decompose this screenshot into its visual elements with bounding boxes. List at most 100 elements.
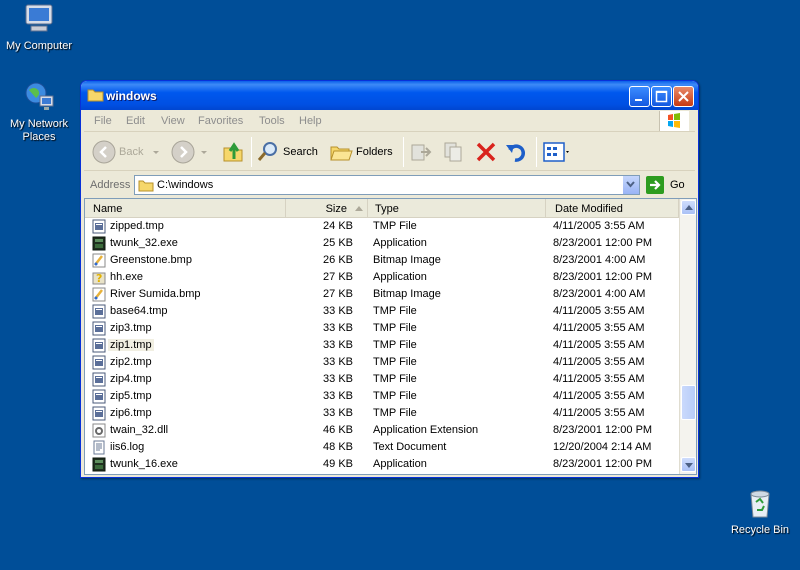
- file-name[interactable]: zip4.tmp: [108, 373, 154, 385]
- file-name[interactable]: zip6.tmp: [108, 407, 154, 419]
- scroll-thumb[interactable]: [681, 385, 696, 420]
- back-arrow-icon: [92, 140, 116, 164]
- help-exe-icon: ?: [92, 270, 106, 285]
- desktop-icon-my-computer[interactable]: My Computer: [0, 2, 79, 53]
- toolbar: Back Search Folders: [84, 133, 695, 171]
- file-row[interactable]: Greenstone.bmp 26 KB Bitmap Image 8/23/2001…: [85, 252, 679, 269]
- file-name[interactable]: zipped.tmp: [108, 220, 166, 232]
- file-row[interactable]: twunk_16.exe 49 KB Application 8/23/2001 12…: [85, 456, 679, 473]
- file-name[interactable]: zip2.tmp: [108, 356, 154, 368]
- file-name[interactable]: hh.exe: [108, 271, 145, 283]
- up-folder-button[interactable]: [222, 138, 246, 166]
- file-date-modified: 8/23/2001 4:00 AM: [553, 288, 646, 300]
- file-row[interactable]: zip6.tmp 33 KB TMP File 4/11/2005 3:55 AM: [85, 405, 679, 422]
- file-row[interactable]: ? hh.exe 27 KB Application 8/23/2001 12:00 P…: [85, 269, 679, 286]
- column-header-type[interactable]: Type: [368, 199, 546, 218]
- back-button[interactable]: Back: [92, 138, 161, 166]
- file-row[interactable]: River Sumida.bmp 27 KB Bitmap Image 8/23/20…: [85, 286, 679, 303]
- tmp-file-icon: [92, 372, 106, 387]
- forward-arrow-icon: [171, 140, 195, 164]
- file-date-modified: 8/23/2001 12:00 PM: [553, 458, 653, 470]
- file-name[interactable]: twunk_16.exe: [108, 458, 180, 470]
- forward-button[interactable]: [171, 138, 209, 166]
- file-date-modified: 4/11/2005 3:55 AM: [553, 390, 645, 402]
- address-dropdown-button[interactable]: [622, 176, 639, 194]
- undo-button[interactable]: [504, 138, 528, 166]
- go-button[interactable]: Go: [646, 176, 685, 194]
- file-row[interactable]: zip4.tmp 33 KB TMP File 4/11/2005 3:55 AM: [85, 371, 679, 388]
- folders-label: Folders: [356, 146, 393, 158]
- close-button[interactable]: [673, 86, 694, 107]
- file-size: 33 KB: [323, 305, 353, 317]
- file-name[interactable]: twain_32.dll: [108, 424, 170, 436]
- file-date-modified: 4/11/2005 3:55 AM: [553, 407, 645, 419]
- file-name[interactable]: zip1.tmp: [108, 339, 154, 351]
- column-header-name[interactable]: Name: [85, 199, 286, 218]
- delete-button[interactable]: [474, 138, 498, 166]
- menu-edit[interactable]: Edit: [126, 115, 145, 127]
- file-type: TMP File: [373, 322, 417, 334]
- views-button[interactable]: [542, 138, 570, 166]
- file-row[interactable]: zipped.tmp 24 KB TMP File 4/11/2005 3:55 AM: [85, 218, 679, 235]
- file-row[interactable]: zip5.tmp 33 KB TMP File 4/11/2005 3:55 AM: [85, 388, 679, 405]
- menu-tools[interactable]: Tools: [259, 115, 285, 127]
- address-input[interactable]: C:\windows: [134, 175, 640, 195]
- file-name[interactable]: Greenstone.bmp: [108, 254, 194, 266]
- file-name[interactable]: zip5.tmp: [108, 390, 154, 402]
- up-folder-icon: [223, 142, 243, 162]
- minimize-button[interactable]: [629, 86, 650, 107]
- file-row[interactable]: zip1.tmp 33 KB TMP File 4/11/2005 3:55 AM: [85, 337, 679, 354]
- maximize-button[interactable]: [651, 86, 672, 107]
- move-to-button[interactable]: [409, 138, 433, 166]
- file-name[interactable]: zip3.tmp: [108, 322, 154, 334]
- file-type: Application: [373, 271, 427, 283]
- menu-favorites[interactable]: Favorites: [198, 115, 243, 127]
- file-row[interactable]: twunk_32.exe 25 KB Application 8/23/2001 12…: [85, 235, 679, 252]
- menu-help[interactable]: Help: [299, 115, 322, 127]
- file-name[interactable]: twunk_32.exe: [108, 237, 180, 249]
- menu-view[interactable]: View: [161, 115, 185, 127]
- file-size: 27 KB: [323, 288, 353, 300]
- file-row[interactable]: base64.tmp 33 KB TMP File 4/11/2005 3:55 AM: [85, 303, 679, 320]
- scroll-up-button[interactable]: [681, 200, 696, 215]
- my-computer-icon: [22, 2, 56, 36]
- file-size: 33 KB: [323, 407, 353, 419]
- file-name[interactable]: iis6.log: [108, 441, 146, 453]
- column-header-date-modified[interactable]: Date Modified: [546, 199, 679, 218]
- scroll-down-button[interactable]: [681, 457, 696, 472]
- tmp-file-icon: [92, 406, 106, 421]
- file-name[interactable]: River Sumida.bmp: [108, 288, 202, 300]
- file-date-modified: 12/20/2004 2:14 AM: [553, 441, 652, 453]
- file-type: Text Document: [373, 441, 447, 453]
- title-bar[interactable]: windows: [81, 81, 698, 110]
- copy-to-button[interactable]: [442, 138, 466, 166]
- file-size: 26 KB: [323, 254, 353, 266]
- go-label: Go: [670, 179, 685, 191]
- file-size: 33 KB: [323, 356, 353, 368]
- vertical-scrollbar[interactable]: [679, 199, 696, 474]
- file-row[interactable]: iis6.log 48 KB Text Document 12/20/2004 2:1…: [85, 439, 679, 456]
- desktop-icon-recycle-bin[interactable]: Recycle Bin: [720, 486, 800, 537]
- window-title: windows: [106, 89, 157, 103]
- folders-button[interactable]: Folders: [329, 138, 393, 166]
- folder-icon: [87, 88, 104, 102]
- svg-text:?: ?: [96, 272, 102, 285]
- search-button[interactable]: Search: [256, 138, 318, 166]
- chevron-up-icon: [685, 205, 693, 210]
- file-row[interactable]: zip2.tmp 33 KB TMP File 4/11/2005 3:55 AM: [85, 354, 679, 371]
- bitmap-icon: [92, 287, 106, 302]
- network-places-icon: [22, 80, 56, 114]
- file-type: Bitmap Image: [373, 288, 441, 300]
- file-size: 46 KB: [323, 424, 353, 436]
- file-date-modified: 4/11/2005 3:55 AM: [553, 373, 645, 385]
- file-row[interactable]: twain_32.dll 46 KB Application Extension 8/…: [85, 422, 679, 439]
- file-name[interactable]: base64.tmp: [108, 305, 169, 317]
- file-type: Bitmap Image: [373, 254, 441, 266]
- tmp-file-icon: [92, 338, 106, 353]
- menu-file[interactable]: File: [94, 115, 112, 127]
- file-type: TMP File: [373, 220, 417, 232]
- file-row[interactable]: zip3.tmp 33 KB TMP File 4/11/2005 3:55 AM: [85, 320, 679, 337]
- desktop-icon-network-places[interactable]: My Network Places: [0, 80, 79, 144]
- windows-logo-icon: [659, 111, 689, 131]
- list-header: Name Size Type Date Modified: [85, 199, 679, 218]
